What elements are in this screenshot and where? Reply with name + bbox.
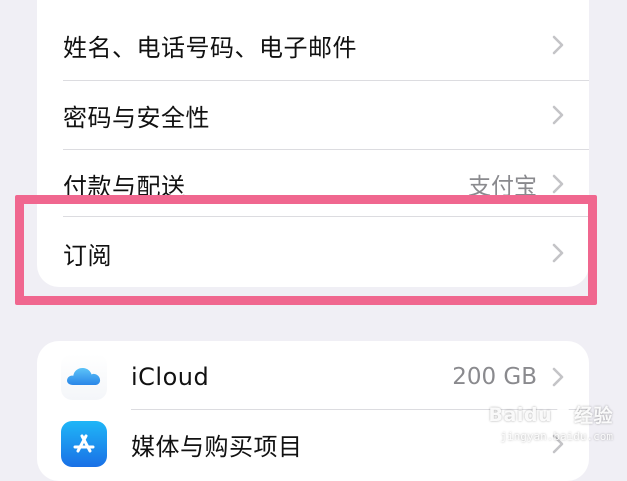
row-label: 订阅 [63, 241, 112, 270]
chevron-right-icon [552, 367, 564, 387]
row-label: 媒体与购买项目 [131, 432, 303, 461]
watermark-brand-text: Baidu [488, 403, 552, 426]
row-label: 密码与安全性 [63, 103, 210, 132]
watermark-brand: Baidu 经验 [489, 401, 613, 428]
icloud-icon [61, 354, 107, 400]
account-settings-group: 姓名、电话号码、电子邮件 密码与安全性 付款与配送 支付宝 订阅 [37, 0, 589, 287]
app-store-icon [61, 421, 107, 467]
password-security-row[interactable]: 密码与安全性 [37, 80, 589, 150]
watermark-url: jingyan.baidu.com [500, 430, 613, 443]
subscriptions-row[interactable]: 订阅 [37, 218, 589, 287]
row-label: 付款与配送 [63, 172, 186, 201]
row-value: 200 GB [452, 364, 537, 390]
name-phone-email-row[interactable]: 姓名、电话号码、电子邮件 [37, 10, 589, 80]
payment-shipping-row[interactable]: 付款与配送 支付宝 [37, 149, 589, 219]
chevron-right-icon [552, 243, 564, 263]
row-separator [63, 216, 589, 217]
paw-icon [554, 406, 571, 423]
row-label: 姓名、电话号码、电子邮件 [63, 33, 357, 62]
chevron-right-icon [552, 35, 564, 55]
watermark: Baidu 经验 jingyan.baidu.com [489, 401, 613, 444]
row-label: iCloud [131, 363, 210, 391]
watermark-brand-suffix: 经验 [573, 405, 613, 427]
row-value: 支付宝 [468, 174, 537, 200]
chevron-right-icon [552, 105, 564, 125]
chevron-right-icon [552, 174, 564, 194]
